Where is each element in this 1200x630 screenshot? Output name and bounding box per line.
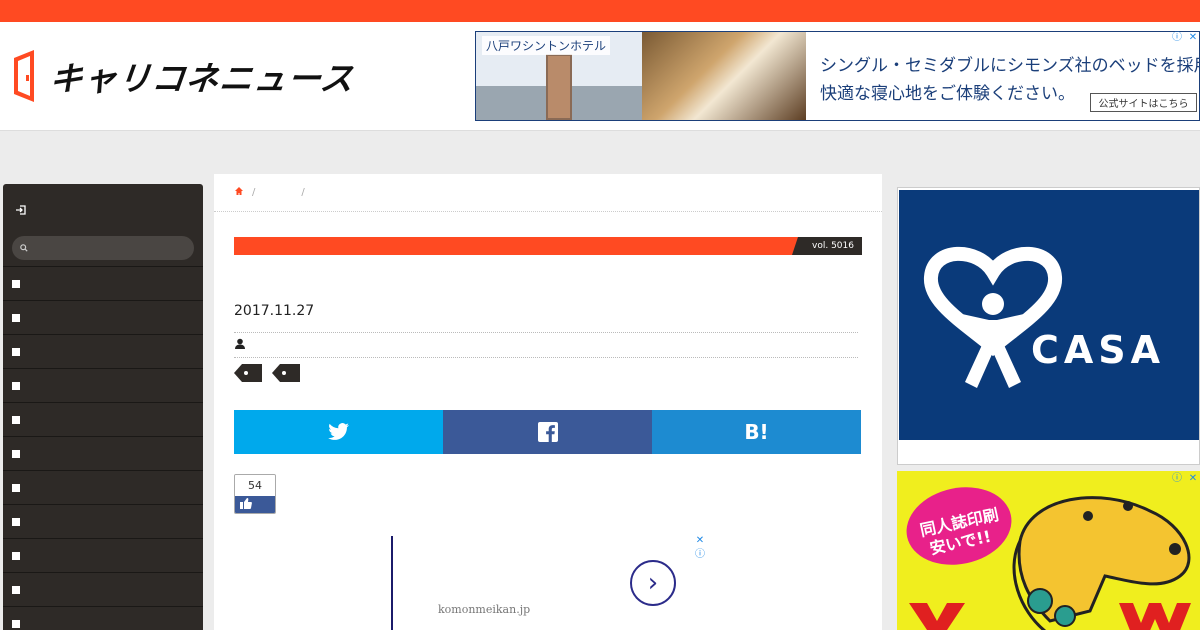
sidebar xyxy=(3,184,203,630)
casa-heart-logo xyxy=(924,246,1062,388)
home-icon[interactable] xyxy=(234,186,244,199)
search-icon xyxy=(20,244,28,252)
square-bullet-icon xyxy=(12,313,20,322)
site-logo[interactable]: キャリコネニュース xyxy=(12,48,357,104)
divider xyxy=(234,332,858,333)
square-bullet-icon xyxy=(12,415,20,424)
divider xyxy=(234,357,858,358)
square-bullet-icon xyxy=(12,619,20,628)
doujinshi-print-ad[interactable]: 同人誌印刷 安いで!! xyxy=(897,471,1200,630)
breadcrumb-separator: / xyxy=(252,187,256,198)
twitter-share-button[interactable] xyxy=(234,410,443,454)
logo-door-icon xyxy=(14,50,34,102)
square-bullet-icon xyxy=(12,347,20,356)
sidebar-item[interactable] xyxy=(3,436,203,470)
sidebar-item[interactable] xyxy=(3,538,203,572)
square-bullet-icon xyxy=(12,279,20,288)
sidebar-item[interactable] xyxy=(3,266,203,300)
ad-domain: komonmeikan.jp xyxy=(438,603,531,616)
facebook-share-button[interactable] xyxy=(443,410,652,454)
hotel-tower-shape xyxy=(546,54,572,120)
casa-wordmark: CASA xyxy=(1031,328,1166,372)
info-icon[interactable]: ⓘ xyxy=(693,548,707,562)
close-icon[interactable]: ✕ xyxy=(1186,472,1200,486)
sidebar-item[interactable] xyxy=(3,368,203,402)
square-bullet-icon xyxy=(12,449,20,458)
print-ad-choices: ⓘ ✕ xyxy=(1170,472,1200,486)
breadcrumb: / / xyxy=(214,174,882,212)
article-date: 2017.11.27 xyxy=(234,303,315,319)
tag-list xyxy=(234,364,300,382)
share-buttons: B! xyxy=(234,410,861,454)
ad-line-2: 快適な寝心地をご体験ください。 xyxy=(820,84,1075,104)
article-main: / / vol. 5016 2017.11.27 B! 54 › komonme… xyxy=(214,174,882,630)
site-header: キャリコネニュース 八戸ワシントンホテル シングル・セミダブルにシモンズ社のベッ… xyxy=(0,22,1200,131)
sidebar-item[interactable] xyxy=(3,470,203,504)
tag-icon[interactable] xyxy=(272,364,300,382)
sidebar-item[interactable] xyxy=(3,334,203,368)
inline-ad[interactable]: › komonmeikan.jp xyxy=(391,536,709,630)
inline-ad-choices: ✕ ⓘ xyxy=(693,534,707,562)
square-bullet-icon xyxy=(12,551,20,560)
hatena-bookmark-button[interactable]: B! xyxy=(652,410,861,454)
tag-icon[interactable] xyxy=(234,364,262,382)
like-count: 54 xyxy=(235,475,275,496)
sidebar-item[interactable] xyxy=(3,300,203,334)
ad-line-1: シングル・セミダブルにシモンズ社のベッドを採用。 xyxy=(820,56,1200,76)
breadcrumb-separator: / xyxy=(301,187,305,198)
square-bullet-icon xyxy=(12,483,20,492)
top-accent-bar xyxy=(0,0,1200,22)
chevron-right-icon[interactable]: › xyxy=(630,560,676,606)
ad-choices: ⓘ ✕ xyxy=(1170,31,1200,45)
square-bullet-icon xyxy=(12,585,20,594)
sidebar-nav xyxy=(3,266,203,630)
info-icon[interactable]: ⓘ xyxy=(1170,472,1184,486)
facebook-icon xyxy=(537,422,558,442)
sidebar-item[interactable] xyxy=(3,606,203,630)
sidebar-item[interactable] xyxy=(3,504,203,538)
logo-text: キャリコネニュース xyxy=(47,59,357,98)
square-bullet-icon xyxy=(12,517,20,526)
official-site-button[interactable]: 公式サイトはこちら xyxy=(1090,93,1197,112)
sidebar-item[interactable] xyxy=(3,572,203,606)
twitter-icon xyxy=(327,423,349,440)
hotel-room-image xyxy=(642,32,806,120)
print-ad-letters xyxy=(897,593,1200,630)
search-input[interactable] xyxy=(12,236,194,260)
top-banner-ad[interactable]: 八戸ワシントンホテル シングル・セミダブルにシモンズ社のベッドを採用。 快適な寝… xyxy=(475,31,1200,121)
close-icon[interactable]: ✕ xyxy=(693,534,707,548)
login-icon xyxy=(16,205,26,215)
facebook-like-box[interactable]: 54 xyxy=(234,474,276,514)
sidebar-item[interactable] xyxy=(3,402,203,436)
square-bullet-icon xyxy=(12,381,20,390)
casa-ad[interactable]: CASA xyxy=(897,187,1200,465)
close-icon[interactable]: ✕ xyxy=(1186,31,1200,45)
author-icon xyxy=(234,338,246,353)
casa-banner: CASA xyxy=(899,190,1199,440)
hotel-name: 八戸ワシントンホテル xyxy=(482,36,611,55)
info-icon[interactable]: ⓘ xyxy=(1170,31,1184,45)
category-bar: vol. 5016 xyxy=(234,237,862,255)
ad-border xyxy=(391,536,393,630)
thumbs-up-icon xyxy=(235,496,275,513)
volume-label: vol. 5016 xyxy=(792,237,862,255)
login-link[interactable] xyxy=(3,184,203,236)
